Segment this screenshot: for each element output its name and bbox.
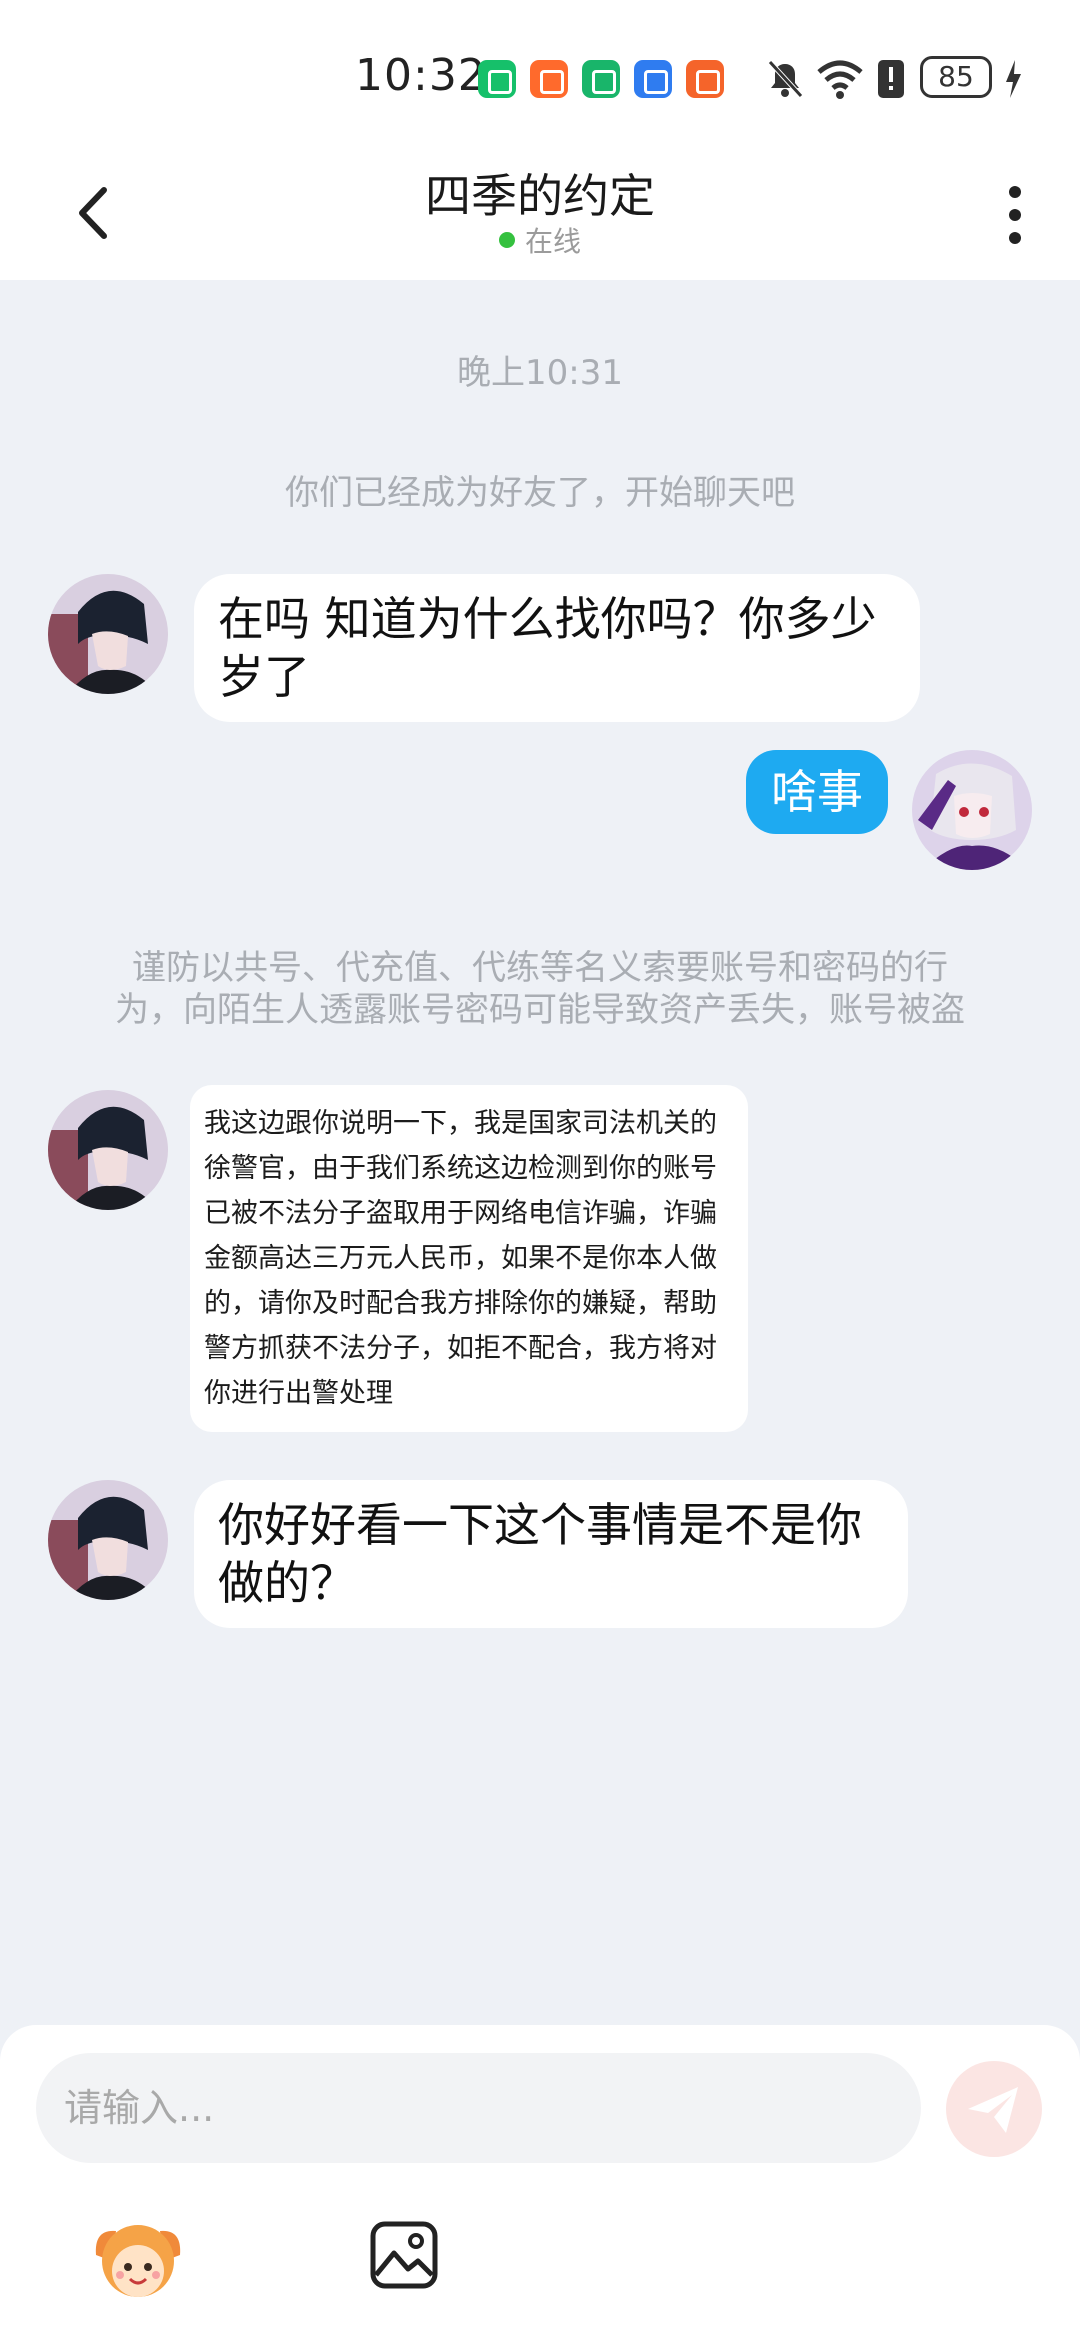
charging-icon (1006, 60, 1021, 98)
security-warning-line-2: 为，向陌生人透露账号密码可能导致资产丢失，账号被盗 (115, 990, 965, 1030)
message-bubble-incoming[interactable]: 你好好看一下这个事情是不是你做的？ (194, 1480, 908, 1628)
message-line: 你进行出警处理 (204, 1378, 393, 1409)
sender-avatar[interactable] (48, 1090, 168, 1210)
image-gallery-icon (370, 2221, 438, 2289)
my-avatar[interactable] (912, 750, 1032, 870)
chat-timestamp: 晚上10:31 (457, 353, 623, 393)
battery-level: 85 (938, 60, 974, 93)
message-bubble-incoming[interactable]: 在吗 知道为什么找你吗？你多少岁了 (194, 574, 920, 722)
chat-header: 四季的约定 在线 (0, 140, 1080, 280)
mascot-emoji-icon (95, 2225, 181, 2297)
message-line: 徐警官，由于我们系统这边检测到你的账号 (204, 1153, 717, 1184)
friend-added-notice: 你们已经成为好友了，开始聊天吧 (285, 473, 795, 513)
message-bubble-outgoing[interactable]: 啥事 (746, 750, 888, 834)
image-button[interactable] (368, 2219, 440, 2291)
online-dot (498, 232, 515, 248)
message-input[interactable]: 请输入... (36, 2053, 921, 2163)
mute-bell-icon (768, 60, 803, 98)
chat-screen: 10:32 85 四季的约定 在线 晚上10:31 你们已经成为好友了，开始聊天… (0, 0, 1080, 2340)
message-line: 金额高达三万元人民币，如果不是你本人做 (204, 1243, 717, 1274)
chat-title[interactable]: 四季的约定 (0, 160, 1080, 226)
home-app-icon (582, 60, 620, 98)
sender-avatar[interactable] (48, 1480, 168, 1600)
green-app-icon (478, 60, 516, 98)
more-options-icon[interactable] (990, 180, 1040, 250)
emoji-button[interactable] (88, 2209, 188, 2309)
sender-avatar[interactable] (48, 574, 168, 694)
message-line: 的，请你及时配合我方排除你的嫌疑，帮助 (204, 1288, 717, 1319)
send-button[interactable] (946, 2061, 1042, 2157)
blue-app-icon (634, 60, 672, 98)
input-panel: 请输入... (0, 2025, 1080, 2340)
online-status-label: 在线 (524, 225, 581, 258)
battery-icon: 85 (920, 56, 992, 98)
wifi-icon (817, 60, 863, 99)
message-line: 警方抓获不法分子，如拒不配合，我方将对 (204, 1333, 717, 1364)
message-bubble-incoming-long[interactable]: 我这边跟你说明一下，我是国家司法机关的 徐警官，由于我们系统这边检测到你的账号 … (190, 1085, 748, 1432)
message-line: 我这边跟你说明一下，我是国家司法机关的 (204, 1108, 717, 1139)
status-bar: 10:32 85 (0, 0, 1080, 140)
send-paper-plane-icon (968, 2087, 1018, 2133)
orange-app-icon (530, 60, 568, 98)
message-line: 已被不法分子盗取用于网络电信诈骗，诈骗 (204, 1198, 717, 1229)
online-status: 在线 (0, 220, 1080, 260)
sim-alert-icon (878, 60, 904, 98)
status-time: 10:32 (355, 50, 487, 101)
orange-app-icon-2 (686, 60, 724, 98)
